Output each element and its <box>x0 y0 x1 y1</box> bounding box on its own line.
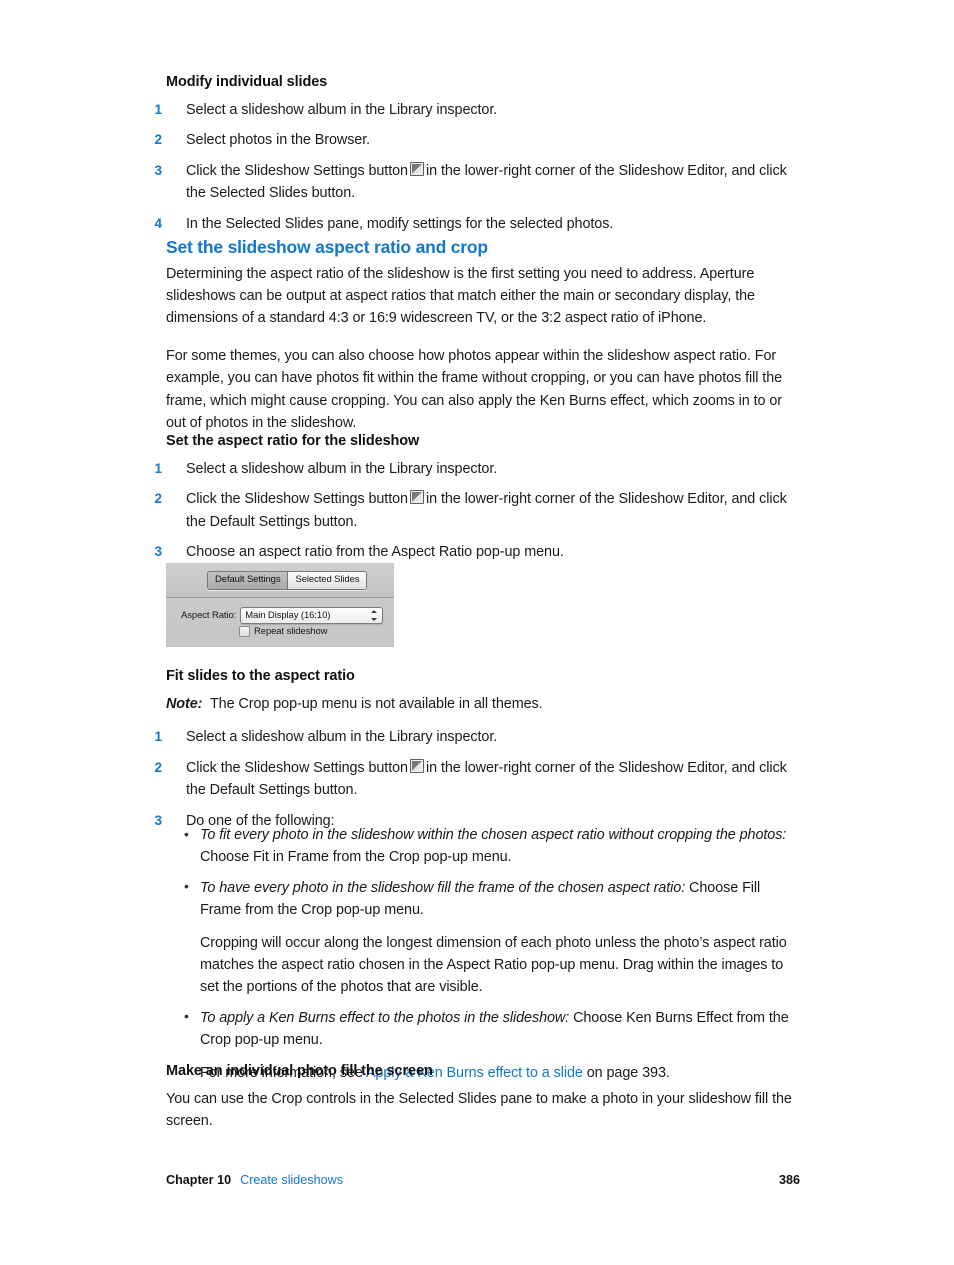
section-heading: Fit slides to the aspect ratio <box>166 668 355 684</box>
numbered-step-list: 1 Select a slideshow album in the Librar… <box>155 99 800 235</box>
step-text: Select a slideshow album in the Library … <box>186 102 498 119</box>
list-item: 2 Select photos in the Browser. <box>155 129 800 151</box>
slideshow-settings-icon <box>409 758 424 773</box>
footer-chapter: Chapter 10 <box>166 1173 232 1187</box>
tab-default-settings[interactable]: Default Settings <box>208 572 289 589</box>
aspect-ratio-row: Aspect Ratio: Main Display (16:10) <box>181 607 384 624</box>
numbered-step-list: 1 Select a slideshow album in the Librar… <box>155 458 800 564</box>
list-item: 2 Click the Slideshow Settings button in … <box>155 757 800 802</box>
aspect-ratio-popup-menu[interactable]: Main Display (16:10) <box>240 607 384 624</box>
section-set-aspect-ratio: Set the aspect ratio for the slideshow 1… <box>155 431 800 564</box>
figure-toolbar: Default Settings Selected Slides <box>166 563 394 598</box>
step-text: Select a slideshow album in the Library … <box>186 461 498 478</box>
page-footer: Chapter 10 Create slideshows 386 <box>166 1173 800 1187</box>
bullet-nested-paragraph: Cropping will occur along the longest di… <box>200 934 787 996</box>
repeat-slideshow-checkbox[interactable]: Repeat slideshow <box>239 626 327 637</box>
slideshow-settings-icon <box>409 490 424 505</box>
step-number: 3 <box>154 812 163 828</box>
body-paragraph: For some themes, you can also choose how… <box>166 347 783 431</box>
footer-chapter-title-link[interactable]: Create slideshows <box>240 1173 343 1187</box>
bullet-italic-text: To have every photo in the slideshow fil… <box>200 879 686 896</box>
step-number: 2 <box>154 759 163 775</box>
step-text: Click the Slideshow Settings button <box>186 162 408 179</box>
section-aspect-ratio-and-crop: Set the slideshow aspect ratio and crop … <box>166 236 800 434</box>
list-item: • To apply a Ken Burns effect to the pho… <box>182 1007 800 1052</box>
figure-body: Aspect Ratio: Main Display (16:10) Repea… <box>166 598 394 647</box>
step-number: 1 <box>154 461 163 477</box>
step-number: 2 <box>154 132 163 148</box>
list-item: • To fit every photo in the slideshow wi… <box>182 824 800 869</box>
segmented-control[interactable]: Default Settings Selected Slides <box>207 571 368 590</box>
chevron-updown-icon <box>371 610 378 621</box>
list-item: • To have every photo in the slideshow f… <box>182 877 800 999</box>
step-number: 1 <box>154 729 163 745</box>
step-text: Select a slideshow album in the Library … <box>186 729 498 746</box>
list-item: 2 Click the Slideshow Settings button in … <box>155 488 800 533</box>
section-heading: Modify individual slides <box>166 74 328 90</box>
bullet-italic-text: To fit every photo in the slideshow with… <box>200 827 787 843</box>
footer-page-number: 386 <box>778 1173 800 1187</box>
step-text: Select photos in the Browser. <box>186 132 371 149</box>
step-text: Click the Slideshow Settings button <box>186 491 408 508</box>
bullet-italic-text: To apply a Ken Burns effect to the photo… <box>200 1009 570 1026</box>
step-number: 3 <box>154 544 163 560</box>
crop-options-list-wrapper: • To fit every photo in the slideshow wi… <box>182 824 800 1084</box>
aspect-ratio-value: Main Display (16:10) <box>245 610 331 621</box>
list-item: 1 Select a slideshow album in the Librar… <box>155 458 800 480</box>
step-text: Choose an aspect ratio from the Aspect R… <box>186 544 564 561</box>
body-paragraph: Determining the aspect ratio of the slid… <box>166 265 755 327</box>
list-item: 4 In the Selected Slides pane, modify se… <box>155 213 800 235</box>
footer-left: Chapter 10 Create slideshows <box>166 1173 343 1187</box>
section-heading: Set the slideshow aspect ratio and crop <box>166 237 488 257</box>
step-number: 4 <box>154 215 163 231</box>
section-fill-screen: Make an individual photo fill the screen… <box>166 1061 800 1133</box>
step-number: 1 <box>154 102 163 118</box>
slideshow-settings-figure: Default Settings Selected Slides Aspect … <box>166 563 394 647</box>
list-item: 1 Select a slideshow album in the Librar… <box>155 99 800 121</box>
body-paragraph: You can use the Crop controls in the Sel… <box>166 1091 792 1130</box>
aspect-ratio-label: Aspect Ratio: <box>181 610 237 621</box>
step-text: Click the Slideshow Settings button <box>186 759 408 776</box>
note-text: The Crop pop-up menu is not available in… <box>209 696 543 713</box>
section-heading: Set the aspect ratio for the slideshow <box>166 433 420 449</box>
checkbox-icon[interactable] <box>239 626 250 637</box>
section-fit-slides: Fit slides to the aspect ratio Note: The… <box>155 666 800 832</box>
note-label: Note: <box>166 696 203 713</box>
bullet-list: • To fit every photo in the slideshow wi… <box>182 824 800 1052</box>
section-heading: Make an individual photo fill the screen <box>166 1063 433 1079</box>
slideshow-settings-icon <box>409 161 424 176</box>
bullet-icon: • <box>184 878 189 895</box>
note-paragraph: Note: The Crop pop-up menu is not availa… <box>166 693 800 715</box>
section-modify-individual-slides: Modify individual slides 1 Select a slid… <box>155 72 800 235</box>
document-page: Modify individual slides 1 Select a slid… <box>0 0 954 1265</box>
step-number: 3 <box>154 162 163 178</box>
repeat-slideshow-label: Repeat slideshow <box>254 626 328 637</box>
tab-selected-slides[interactable]: Selected Slides <box>288 572 367 589</box>
step-text: In the Selected Slides pane, modify sett… <box>186 215 614 232</box>
list-item: 1 Select a slideshow album in the Librar… <box>155 726 800 748</box>
bullet-plain-text: Choose Fit in Frame from the Crop pop-up… <box>200 849 512 866</box>
numbered-step-list: 1 Select a slideshow album in the Librar… <box>155 726 800 832</box>
step-number: 2 <box>154 491 163 507</box>
bullet-icon: • <box>184 1008 189 1025</box>
list-item: 3 Choose an aspect ratio from the Aspect… <box>155 541 800 563</box>
list-item: 3 Click the Slideshow Settings button in … <box>155 160 800 205</box>
bullet-icon: • <box>184 825 189 842</box>
